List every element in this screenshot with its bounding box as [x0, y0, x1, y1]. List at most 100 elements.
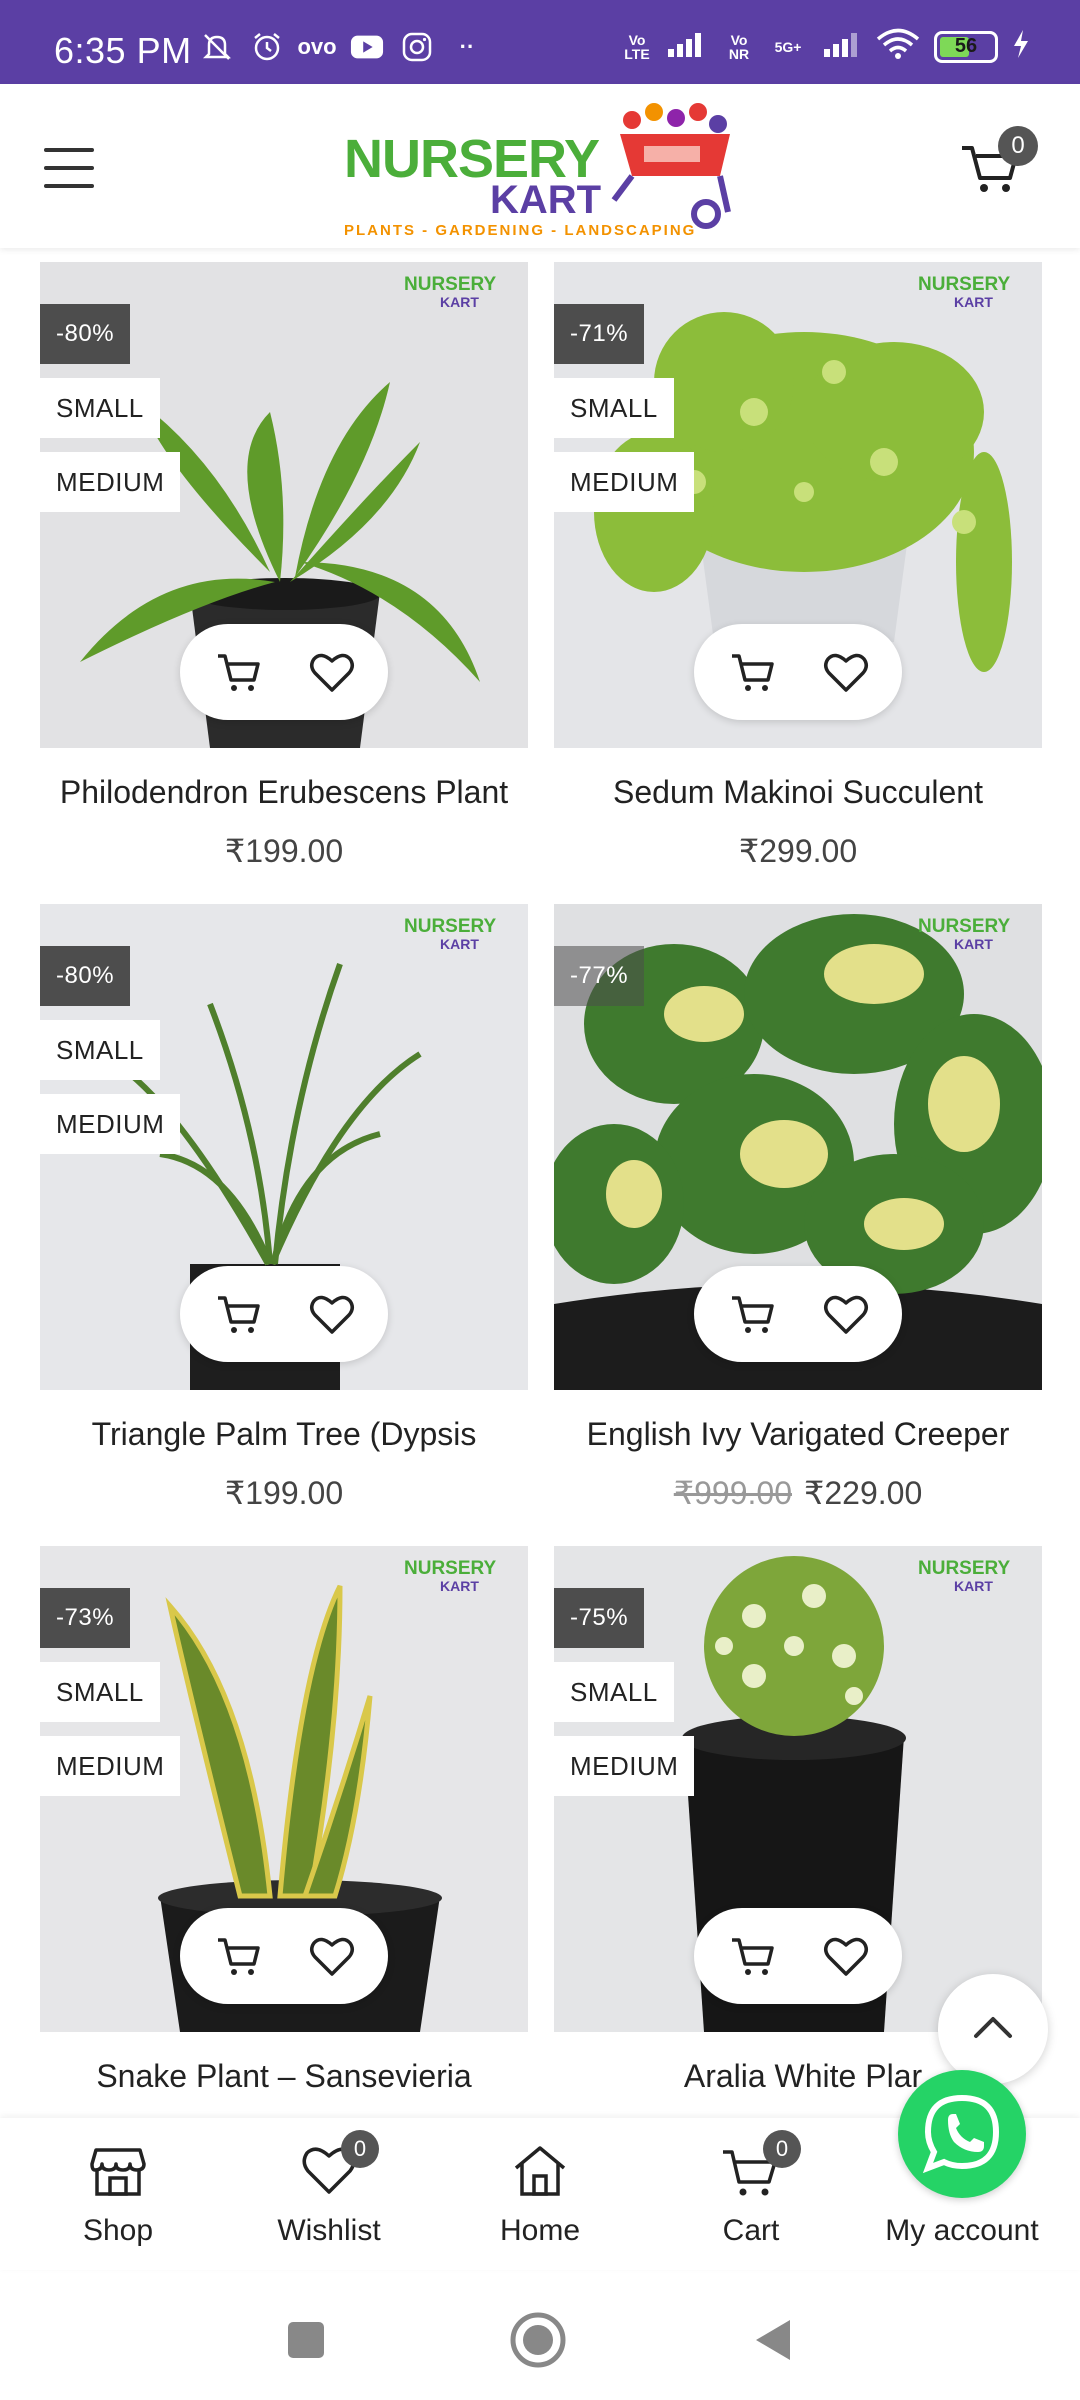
product-image[interactable]: NURSERY KART -73% SMALL MEDIUM: [40, 1546, 528, 2032]
notification-icons: ovo ··: [200, 30, 484, 64]
watermark-logo: NURSERY KART: [918, 916, 1011, 952]
circle-icon: [510, 2312, 566, 2368]
add-to-cart-icon[interactable]: [728, 1290, 776, 1338]
more-dots-icon: ··: [459, 34, 475, 59]
product-actions: [694, 1908, 902, 2004]
product-name[interactable]: Philodendron Erubescens Plant: [30, 774, 538, 811]
whatsapp-chat-button[interactable]: [898, 2070, 1026, 2198]
product-card[interactable]: NURSERY KART -80% SMALL MEDIUM Triangle P…: [40, 904, 528, 1524]
shop-icon: [90, 2148, 146, 2196]
wishlist-heart-icon[interactable]: [822, 1290, 870, 1338]
status-bar: 6:35 PM ovo ·· Vo LTE Vo NR 5G+ 56: [0, 0, 1080, 84]
discount-badge: -73%: [40, 1588, 131, 1648]
watermark-logo: NURSERY KART: [918, 1558, 1011, 1594]
size-option-small[interactable]: SMALL: [40, 378, 160, 438]
site-logo[interactable]: NURSERY KART PLANTS - GARDENING - LANDSC…: [340, 98, 740, 239]
product-image[interactable]: NURSERY KART -71% SMALL MEDIUM: [554, 262, 1042, 748]
size-option-small[interactable]: SMALL: [554, 378, 674, 438]
product-price: ₹199.00: [224, 1475, 344, 1511]
product-name[interactable]: Triangle Palm Tree (Dypsis: [30, 1416, 538, 1453]
nav-wishlist[interactable]: 0 Wishlist: [224, 2130, 434, 2260]
add-to-cart-icon[interactable]: [214, 1290, 262, 1338]
product-card[interactable]: NURSERY KART -80% SMALL MEDIUM Philodendr…: [40, 262, 528, 882]
product-image[interactable]: NURSERY KART -80% SMALL MEDIUM: [40, 904, 528, 1390]
size-option-medium[interactable]: MEDIUM: [40, 1736, 181, 1796]
cart-count-badge: 0: [998, 126, 1038, 166]
wheelbarrow-flowers-icon: [611, 103, 731, 229]
wishlist-heart-icon[interactable]: [308, 648, 356, 696]
discount-badge: -75%: [554, 1588, 645, 1648]
discount-badge: -77%: [554, 946, 645, 1006]
header-cart-button[interactable]: 0: [960, 126, 1038, 200]
size-option-small[interactable]: SMALL: [554, 1662, 674, 1722]
size-option-medium[interactable]: MEDIUM: [554, 452, 695, 512]
watermark-logo: NURSERY KART: [404, 916, 497, 952]
add-to-cart-icon[interactable]: [214, 1932, 262, 1980]
wishlist-heart-icon[interactable]: [308, 1932, 356, 1980]
product-actions: [694, 624, 902, 720]
watermark-logo: NURSERY KART: [918, 274, 1011, 310]
wishlist-heart-icon[interactable]: [822, 1932, 870, 1980]
signal-icon: [666, 29, 710, 64]
square-icon: [288, 2322, 324, 2358]
wishlist-heart-icon[interactable]: [308, 1290, 356, 1338]
size-option-medium[interactable]: MEDIUM: [554, 1736, 695, 1796]
product-image[interactable]: NURSERY KART -77%: [554, 904, 1042, 1390]
product-actions: [180, 624, 388, 720]
wifi-icon: [876, 28, 920, 65]
home-icon: [514, 2146, 566, 2196]
discount-badge: -71%: [554, 304, 645, 364]
product-name[interactable]: English Ivy Varigated Creeper: [544, 1416, 1052, 1453]
product-price: ₹299.00: [738, 833, 858, 869]
product-name[interactable]: Sedum Makinoi Succulent: [544, 774, 1052, 811]
recent-apps-button[interactable]: [276, 2310, 336, 2370]
size-option-medium[interactable]: MEDIUM: [40, 452, 181, 512]
size-option-medium[interactable]: MEDIUM: [40, 1094, 181, 1154]
home-system-button[interactable]: [508, 2310, 568, 2370]
whatsapp-icon: [922, 2094, 1000, 2174]
system-navigation-bar: [0, 2270, 1080, 2400]
vonr-icon: Vo NR: [728, 31, 750, 62]
discount-badge: -80%: [40, 304, 131, 364]
scroll-to-top-button[interactable]: [938, 1974, 1048, 2084]
wishlist-count-badge: 0: [341, 2130, 379, 2168]
back-button[interactable]: [744, 2310, 804, 2370]
nav-home[interactable]: Home: [435, 2140, 645, 2260]
chevron-up-icon: [974, 2017, 1012, 2038]
nav-cart[interactable]: 0 Cart: [646, 2130, 856, 2260]
product-image[interactable]: NURSERY KART -75% SMALL MEDIUM: [554, 1546, 1042, 2032]
product-name[interactable]: Snake Plant – Sansevieria: [30, 2058, 538, 2095]
size-option-small[interactable]: SMALL: [40, 1662, 160, 1722]
site-header: NURSERY KART PLANTS - GARDENING - LANDSC…: [0, 84, 1080, 248]
product-card[interactable]: NURSERY KART -71% SMALL MEDIUM Sedum Maki…: [554, 262, 1042, 882]
original-price: ₹999.00: [673, 1475, 792, 1511]
product-price: ₹199.00: [224, 833, 344, 869]
volte-icon: Vo LTE: [624, 31, 650, 62]
watermark-logo: NURSERY KART: [404, 274, 497, 310]
menu-icon[interactable]: [44, 148, 94, 188]
mute-bell-icon: [200, 30, 234, 64]
system-indicators: Vo LTE Vo NR 5G+ 56: [622, 28, 1030, 65]
product-actions: [180, 1908, 388, 2004]
nav-shop[interactable]: Shop: [13, 2140, 223, 2260]
product-image[interactable]: NURSERY KART -80% SMALL MEDIUM: [40, 262, 528, 748]
back-triangle-icon: [756, 2320, 790, 2360]
wishlist-heart-icon[interactable]: [822, 648, 870, 696]
product-card[interactable]: NURSERY KART -73% SMALL MEDIUM Snake Plan…: [40, 1546, 528, 2166]
product-actions: [180, 1266, 388, 1362]
instagram-icon: [400, 30, 434, 64]
signal-2-icon: [822, 29, 862, 64]
watermark-logo: NURSERY KART: [404, 1558, 497, 1594]
cart-count-badge: 0: [763, 2130, 801, 2168]
battery-icon: 56: [934, 30, 998, 63]
network-5g-icon: 5G+: [774, 38, 802, 55]
ovo-icon: ovo: [297, 34, 337, 59]
add-to-cart-icon[interactable]: [728, 1932, 776, 1980]
size-option-small[interactable]: SMALL: [40, 1020, 160, 1080]
add-to-cart-icon[interactable]: [728, 648, 776, 696]
product-price: ₹999.00 ₹229.00: [673, 1475, 923, 1511]
discount-badge: -80%: [40, 946, 131, 1006]
add-to-cart-icon[interactable]: [214, 648, 262, 696]
youtube-icon: [350, 30, 384, 64]
product-card[interactable]: NURSERY KART -77% English Ivy Varigated C…: [554, 904, 1042, 1524]
